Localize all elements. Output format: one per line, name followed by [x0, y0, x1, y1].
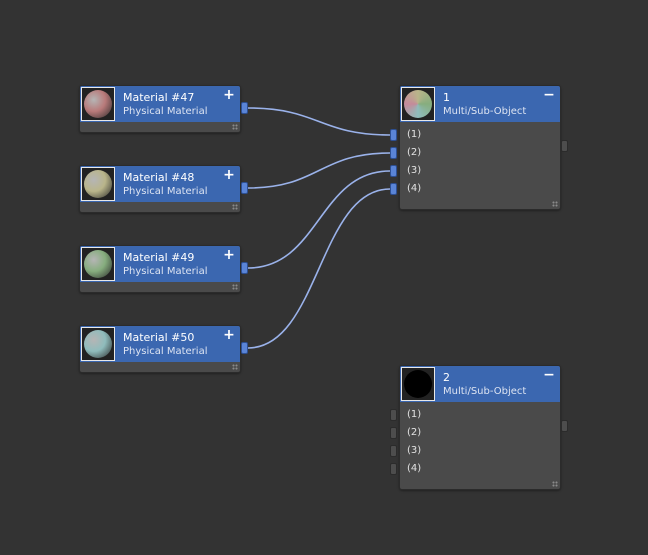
collapse-icon[interactable]: −: [542, 367, 556, 383]
material-preview-thumbnail: [401, 367, 435, 401]
material-preview-thumbnail: [81, 247, 115, 281]
collapse-icon[interactable]: −: [542, 87, 556, 103]
node-editor-canvas[interactable]: Material #47 Physical Material + Materia…: [0, 0, 648, 555]
node-header[interactable]: Material #47 Physical Material +: [80, 86, 240, 122]
node-subtitle: Multi/Sub-Object: [443, 106, 527, 117]
material-sphere-icon: [84, 250, 112, 278]
empty-material-sphere-icon: [404, 370, 432, 398]
multi-material-sphere-icon: [404, 90, 432, 118]
output-port[interactable]: [241, 342, 248, 354]
output-port[interactable]: [241, 262, 248, 274]
node-title: Material #50: [123, 331, 195, 344]
resize-grip-icon[interactable]: [232, 204, 238, 210]
material-sphere-icon: [84, 170, 112, 198]
output-port[interactable]: [241, 102, 248, 114]
slot-label: (4): [407, 183, 422, 194]
slot-label: (3): [407, 445, 422, 456]
output-port[interactable]: [561, 140, 568, 152]
resize-grip-icon[interactable]: [232, 284, 238, 290]
slot-label: (4): [407, 463, 422, 474]
node-header[interactable]: 2 Multi/Sub-Object −: [400, 366, 560, 402]
material-node-48[interactable]: Material #48 Physical Material +: [79, 165, 248, 213]
node-subtitle: Physical Material: [123, 186, 208, 197]
expand-icon[interactable]: +: [222, 167, 236, 183]
input-port-1[interactable]: [390, 409, 397, 421]
input-port-2[interactable]: [390, 427, 397, 439]
material-node-49[interactable]: Material #49 Physical Material +: [79, 245, 248, 293]
wire-4[interactable]: [247, 188, 391, 349]
node-subtitle: Physical Material: [123, 106, 208, 117]
node-title: Material #47: [123, 91, 195, 104]
resize-grip-icon[interactable]: [232, 124, 238, 130]
output-port[interactable]: [561, 420, 568, 432]
node-subtitle: Multi/Sub-Object: [443, 386, 527, 397]
node-title: 1: [443, 91, 450, 104]
material-node-47[interactable]: Material #47 Physical Material +: [79, 85, 248, 133]
node-subtitle: Physical Material: [123, 346, 208, 357]
slot-label: (1): [407, 129, 422, 140]
input-port-4[interactable]: [390, 463, 397, 475]
node-header[interactable]: Material #48 Physical Material +: [80, 166, 240, 202]
node-header[interactable]: Material #50 Physical Material +: [80, 326, 240, 362]
material-preview-thumbnail: [81, 87, 115, 121]
material-preview-thumbnail: [81, 327, 115, 361]
input-port-4[interactable]: [390, 183, 397, 195]
material-node-50[interactable]: Material #50 Physical Material +: [79, 325, 248, 373]
slot-label: (2): [407, 427, 422, 438]
wire-2[interactable]: [247, 152, 391, 189]
node-title: Material #48: [123, 171, 195, 184]
output-port[interactable]: [241, 182, 248, 194]
input-port-2[interactable]: [390, 147, 397, 159]
material-preview-thumbnail: [401, 87, 435, 121]
material-sphere-icon: [84, 330, 112, 358]
slot-label: (2): [407, 147, 422, 158]
expand-icon[interactable]: +: [222, 87, 236, 103]
slot-label: (3): [407, 165, 422, 176]
multi-sub-object-node-2[interactable]: 2 Multi/Sub-Object − (1) (2) (3) (4): [390, 365, 568, 490]
input-port-3[interactable]: [390, 165, 397, 177]
multi-sub-object-node-1[interactable]: 1 Multi/Sub-Object − (1) (2) (3) (4): [390, 85, 568, 210]
input-port-3[interactable]: [390, 445, 397, 457]
expand-icon[interactable]: +: [222, 247, 236, 263]
material-sphere-icon: [84, 90, 112, 118]
wire-1[interactable]: [247, 107, 391, 136]
node-title: 2: [443, 371, 450, 384]
input-port-1[interactable]: [390, 129, 397, 141]
node-subtitle: Physical Material: [123, 266, 208, 277]
resize-grip-icon[interactable]: [552, 201, 558, 207]
material-preview-thumbnail: [81, 167, 115, 201]
expand-icon[interactable]: +: [222, 327, 236, 343]
resize-grip-icon[interactable]: [552, 481, 558, 487]
node-header[interactable]: 1 Multi/Sub-Object −: [400, 86, 560, 122]
slot-label: (1): [407, 409, 422, 420]
resize-grip-icon[interactable]: [232, 364, 238, 370]
wire-3[interactable]: [247, 170, 391, 269]
node-header[interactable]: Material #49 Physical Material +: [80, 246, 240, 282]
node-title: Material #49: [123, 251, 195, 264]
